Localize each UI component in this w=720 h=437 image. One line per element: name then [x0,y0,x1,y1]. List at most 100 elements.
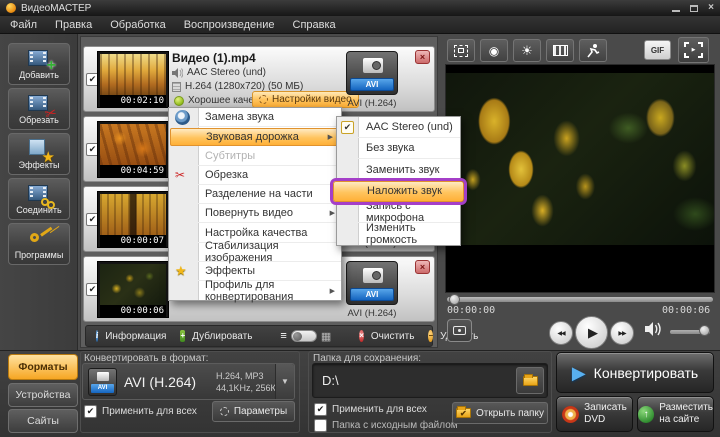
submenu-item-volume[interactable]: Изменить громкость [337,223,460,245]
parameters-button[interactable]: Параметры [212,401,295,422]
submenu-item-replace-sound[interactable]: Заменить звук [337,159,460,180]
tab-formats[interactable]: Форматы [8,354,78,380]
menu-item-replace-audio[interactable]: Замена звука [169,108,341,127]
submenu-arrow-icon: ▶ [330,209,335,217]
menu-item-audio-track[interactable]: Звуковая дорожка ▶ [170,128,340,146]
sidebar-effects-button[interactable]: ★ Эффекты [8,133,70,175]
submenu-arrow-icon: ▶ [328,133,333,141]
upload-site-button[interactable]: ↑ Разместитьна сайте [637,396,714,432]
view-toggle[interactable]: ≡ ▦ [280,330,331,343]
menu-playback[interactable]: Воспроизведение [184,19,275,31]
quality-dot-icon [174,96,184,106]
convert-play-icon: ▶ [572,364,586,382]
sidebar-join-button[interactable]: Соединить [8,178,70,220]
maximize-button[interactable] [690,5,698,12]
output-format-icon[interactable]: AVI [346,261,398,305]
star-icon: ★ [175,263,187,279]
menu-file[interactable]: Файл [10,19,37,31]
next-frame-button[interactable]: ▶▶ [610,321,634,345]
remove-item-button[interactable]: × [415,260,430,274]
tab-sites[interactable]: Сайты [8,409,78,433]
menu-item-stabilization[interactable]: Стабилизация изображения [169,243,341,262]
menu-item-split[interactable]: Разделение на части [169,185,341,204]
sidebar-programs-button[interactable]: Программы [8,223,70,265]
output-format-icon[interactable]: AVI [346,51,398,95]
format-apply-all-checkbox[interactable]: ✔ [84,405,97,418]
source-folder-checkbox[interactable] [314,419,327,432]
checkmark-icon: ✔ [341,121,354,134]
submenu-item-mic-record[interactable]: Запись с микрофона [337,202,460,224]
convert-button[interactable]: ▶ Конвертировать [556,352,714,393]
submenu-arrow-icon: ▶ [330,287,335,295]
video-thumbnail[interactable]: 00:00:07 [97,191,169,248]
folder-apply-all-label: Применить для всех [332,404,427,415]
gif-button[interactable]: GIF [644,40,671,60]
submenu-item-overlay-sound[interactable]: Наложить звук [333,181,464,202]
globe-up-icon: ↑ [638,406,654,423]
folder-check-icon: ✔ [456,408,471,418]
format-selector[interactable]: AVI AVI (H.264) H.264, MP3 44,1KHz, 256К… [82,363,295,400]
format-dropdown-arrow[interactable]: ▼ [275,364,294,399]
total-time: 00:00:06 [662,305,710,316]
video-item-1[interactable]: ✔ 00:02:10 Видео (1).mp4 AAC Stereo (und… [83,46,435,112]
clear-icon[interactable]: × [359,330,364,342]
delete-icon[interactable]: − [428,330,433,342]
menu-item-rotate-video[interactable]: Повернуть видео ▶ [169,204,341,223]
submenu-item-aac-stereo[interactable]: ✔ AAC Stereo (und) [337,117,460,138]
volume-icon[interactable] [645,322,663,336]
minimize-button[interactable] [672,10,680,12]
menu-help[interactable]: Справка [293,19,336,31]
previous-frame-button[interactable]: ◀◀ [549,321,573,345]
format-apply-all-label: Применить для всех [102,406,197,417]
crop-button[interactable] [447,39,475,62]
brightness-button[interactable]: ☀ [513,39,541,62]
list-view-icon[interactable]: ≡ [280,330,286,342]
duplicate-icon[interactable]: + [180,330,185,342]
watermark-icon: ◉ [489,44,499,58]
dvd-disc-icon [562,406,579,423]
seek-bar[interactable] [447,297,713,302]
tab-devices[interactable]: Устройства [8,383,78,407]
snapshot-button[interactable] [447,319,472,342]
film-effects-button[interactable] [546,39,574,62]
seek-handle[interactable] [449,294,460,305]
sidebar-trim-button[interactable]: ✂ Обрезать [8,88,70,130]
grid-view-icon[interactable]: ▦ [321,330,331,343]
open-folder-button[interactable]: ✔ Открыть папку [452,402,548,424]
menu-item-convert-profile[interactable]: Профиль для конвертирования ▶ [169,281,341,300]
play-button[interactable]: ▶ [575,316,608,349]
sidebar: + Добавить ✂ Обрезать ★ Эффекты Соединит… [0,34,78,350]
menu-process[interactable]: Обработка [110,19,165,31]
folder-apply-all-checkbox[interactable]: ✔ [314,403,327,416]
save-path-field[interactable]: D:\ [312,363,548,398]
video-thumbnail[interactable]: 00:00:06 [97,261,169,318]
sidebar-add-button[interactable]: + Добавить [8,43,70,85]
scissors-icon: ✂ [175,168,185,182]
browse-folder-button[interactable] [516,367,544,394]
title-bar: ВидеоМАСТЕР × [0,0,720,16]
fullscreen-button[interactable]: ▶ [678,37,709,63]
close-button[interactable]: × [708,3,714,13]
menu-item-trim[interactable]: ✂ Обрезка [169,166,341,185]
video-title: Видео (1).mp4 [172,51,256,65]
view-toggle-switch[interactable] [291,330,317,342]
menu-edit[interactable]: Правка [55,19,92,31]
menu-bar: Файл Правка Обработка Воспроизведение Сп… [0,16,720,34]
info-icon[interactable]: i [96,330,98,342]
remove-item-button[interactable]: × [415,50,430,64]
clear-button[interactable]: Очистить [371,331,415,342]
burn-dvd-button[interactable]: ЗаписатьDVD [556,396,633,432]
thumbnail-image [100,264,166,305]
video-frame-image [446,73,714,245]
video-thumbnail[interactable]: 00:02:10 [97,51,169,108]
stabilization-button[interactable] [579,39,607,62]
duplicate-button[interactable]: Дублировать [192,331,252,342]
sound-icon [175,110,190,125]
info-button[interactable]: Информация [105,331,166,342]
current-time: 00:00:00 [447,305,495,316]
watermark-button[interactable]: ◉ [480,39,508,62]
volume-handle[interactable] [699,325,710,336]
submenu-item-no-audio[interactable]: Без звука [337,138,460,159]
video-thumbnail[interactable]: 00:04:59 [97,121,169,178]
window-title: ВидеоМАСТЕР [21,3,91,14]
